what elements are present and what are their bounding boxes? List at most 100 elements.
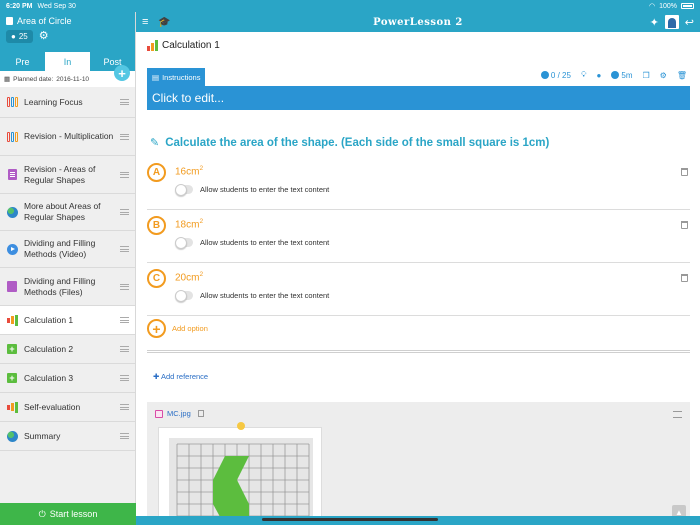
planned-date-row: ▦ Planned date: 2016-11-10 + bbox=[0, 65, 135, 87]
status-bar: 6:20 PM Wed Sep 30 ◠ 100% bbox=[0, 0, 700, 12]
delete-icon[interactable]: 🗑︎ bbox=[677, 71, 687, 80]
sidebar-item-revision-areas[interactable]: Revision - Areas of Regular Shapes bbox=[0, 156, 135, 194]
attachment-row: MC.jpg bbox=[155, 409, 204, 418]
person-icon: ● bbox=[11, 32, 16, 41]
student-count: 25 bbox=[18, 32, 28, 41]
sidebar-item-label: Revision - Multiplication bbox=[24, 131, 114, 141]
start-lesson-label: Start lesson bbox=[49, 509, 98, 519]
document-icon bbox=[6, 169, 18, 181]
avatar[interactable] bbox=[664, 15, 679, 29]
main-content: Calculation 1 ▤ Instructions 0 / 25 💡︎ ●… bbox=[137, 32, 700, 525]
magic-wand-icon[interactable]: ✦ bbox=[650, 16, 659, 29]
graduation-cap-icon[interactable]: 🎓 bbox=[158, 17, 170, 28]
reference-image[interactable] bbox=[158, 422, 322, 525]
add-activity-button[interactable]: + bbox=[114, 65, 130, 81]
sidebar-item-learning-focus[interactable]: Learning Focus bbox=[0, 87, 135, 118]
resize-handle-icon[interactable] bbox=[237, 422, 245, 430]
person-icon[interactable]: ● bbox=[597, 71, 602, 80]
lightbulb-icon[interactable]: 💡︎ bbox=[581, 70, 587, 80]
option-unit-sup: 2 bbox=[199, 218, 204, 225]
start-lesson-button[interactable]: ⏻ Start lesson bbox=[0, 503, 136, 525]
collapse-icon[interactable] bbox=[673, 411, 682, 418]
drag-handle-icon[interactable] bbox=[120, 346, 129, 352]
drag-handle-icon[interactable] bbox=[120, 99, 129, 105]
tab-pre[interactable]: Pre bbox=[0, 52, 45, 71]
drag-handle-icon[interactable] bbox=[120, 283, 129, 290]
trash-icon[interactable] bbox=[681, 168, 688, 176]
option-value-text: 20cm bbox=[175, 272, 200, 284]
add-reference-label: Add reference bbox=[160, 372, 209, 381]
app-brand: PowerLesson 2 bbox=[373, 16, 463, 28]
sidebar-item-label: Revision - Areas of Regular Shapes bbox=[24, 163, 96, 185]
option-unit-sup: 2 bbox=[199, 165, 204, 172]
sidebar-item-label: Self-evaluation bbox=[24, 401, 81, 412]
drag-handle-icon[interactable] bbox=[120, 375, 129, 381]
drag-handle-icon[interactable] bbox=[120, 317, 129, 323]
lesson-name: Area of Circle bbox=[6, 16, 129, 26]
sidebar-item-label: Summary bbox=[24, 430, 61, 441]
sidebar-item-self-evaluation[interactable]: Self-evaluation bbox=[0, 393, 135, 422]
power-icon: ⏻ bbox=[38, 508, 46, 519]
sidebar-item-summary[interactable]: Summary bbox=[0, 422, 135, 451]
calendar-icon: ▦ bbox=[4, 76, 11, 83]
globe-icon bbox=[6, 430, 18, 442]
drag-handle-icon[interactable] bbox=[120, 209, 129, 215]
option-unit-sup: 2 bbox=[199, 271, 204, 278]
drag-handle-icon[interactable] bbox=[120, 433, 129, 439]
student-count-badge[interactable]: ● 25 bbox=[6, 30, 33, 43]
sidebar-item-methods-video[interactable]: Dividing and Filling Methods (Video) bbox=[0, 231, 135, 268]
copy-icon[interactable]: ❐ bbox=[643, 71, 650, 80]
sidebar-item-revision-multiplication[interactable]: Revision - Multiplication bbox=[0, 118, 135, 156]
option-letter[interactable]: A bbox=[147, 163, 166, 182]
allow-text-toggle[interactable] bbox=[175, 184, 193, 196]
trash-icon[interactable] bbox=[681, 221, 688, 229]
page-title-text: Calculation 1 bbox=[162, 40, 220, 51]
sidebar-item-more-areas[interactable]: More about Areas of Regular Shapes bbox=[0, 194, 135, 231]
option-letter[interactable]: C bbox=[147, 269, 166, 288]
question-heading[interactable]: ✎ Calculate the area of the shape. (Each… bbox=[150, 136, 549, 150]
sidebar-item-calculation-3[interactable]: + Calculation 3 bbox=[0, 364, 135, 393]
activity-toolbar: 0 / 25 💡︎ ● 5m ❐ ⚙ 🗑︎ bbox=[540, 68, 687, 82]
battery-icon bbox=[681, 3, 694, 9]
tab-instructions[interactable]: ▤ Instructions bbox=[147, 68, 206, 86]
drag-handle-icon[interactable] bbox=[120, 404, 129, 410]
planned-label: Planned date: bbox=[13, 75, 54, 83]
sidebar-item-label: Learning Focus bbox=[24, 96, 83, 107]
attachment-name[interactable]: MC.jpg bbox=[167, 409, 191, 418]
timer[interactable]: 5m bbox=[611, 71, 633, 80]
allow-text-toggle[interactable] bbox=[175, 290, 193, 302]
drag-handle-icon[interactable] bbox=[120, 246, 129, 252]
image-file-icon bbox=[155, 409, 163, 418]
answers-counter[interactable]: 0 / 25 bbox=[540, 71, 571, 80]
allow-text-toggle[interactable] bbox=[175, 237, 193, 249]
top-bar: ≡ 🎓 PowerLesson 2 ✦ ↩ bbox=[136, 12, 700, 32]
allow-text-label: Allow students to enter the text content bbox=[200, 185, 330, 194]
instructions-editor[interactable]: Click to edit... bbox=[147, 86, 690, 110]
gear-icon[interactable]: ⚙ bbox=[39, 31, 49, 42]
tab-in[interactable]: In bbox=[45, 52, 90, 71]
trash-icon[interactable] bbox=[197, 410, 204, 417]
sidebar-item-label: Dividing and Filling Methods (Files) bbox=[24, 275, 96, 297]
drag-handle-icon[interactable] bbox=[120, 171, 129, 178]
option-value[interactable]: 18cm2 bbox=[175, 218, 203, 230]
home-indicator[interactable] bbox=[262, 518, 438, 521]
clock-icon bbox=[611, 71, 620, 79]
option-letter[interactable]: B bbox=[147, 216, 166, 235]
sidebar-item-calculation-2[interactable]: + Calculation 2 bbox=[0, 335, 135, 364]
drag-handle-icon[interactable] bbox=[120, 133, 129, 140]
option-value[interactable]: 20cm2 bbox=[175, 271, 203, 283]
sidebar-item-methods-files[interactable]: Dividing and Filling Methods (Files) bbox=[0, 268, 135, 306]
option-a: A 16cm2 Allow students to enter the text… bbox=[147, 158, 690, 210]
add-option-label: Add option bbox=[172, 324, 208, 333]
add-option-button[interactable]: + Add option bbox=[147, 319, 208, 338]
menu-icon[interactable]: ≡ bbox=[142, 16, 148, 28]
allow-text-toggle-row: Allow students to enter the text content bbox=[175, 237, 329, 249]
allow-text-toggle-row: Allow students to enter the text content bbox=[175, 184, 330, 196]
sidebar-item-calculation-1[interactable]: Calculation 1 bbox=[0, 306, 135, 335]
trash-icon[interactable] bbox=[681, 274, 688, 282]
grid-shape-image bbox=[169, 438, 313, 525]
option-value[interactable]: 16cm2 bbox=[175, 165, 203, 177]
exit-icon[interactable]: ↩ bbox=[685, 16, 694, 29]
add-reference-link[interactable]: ✚ Add reference bbox=[153, 372, 208, 381]
settings-icon[interactable]: ⚙ bbox=[660, 71, 667, 80]
